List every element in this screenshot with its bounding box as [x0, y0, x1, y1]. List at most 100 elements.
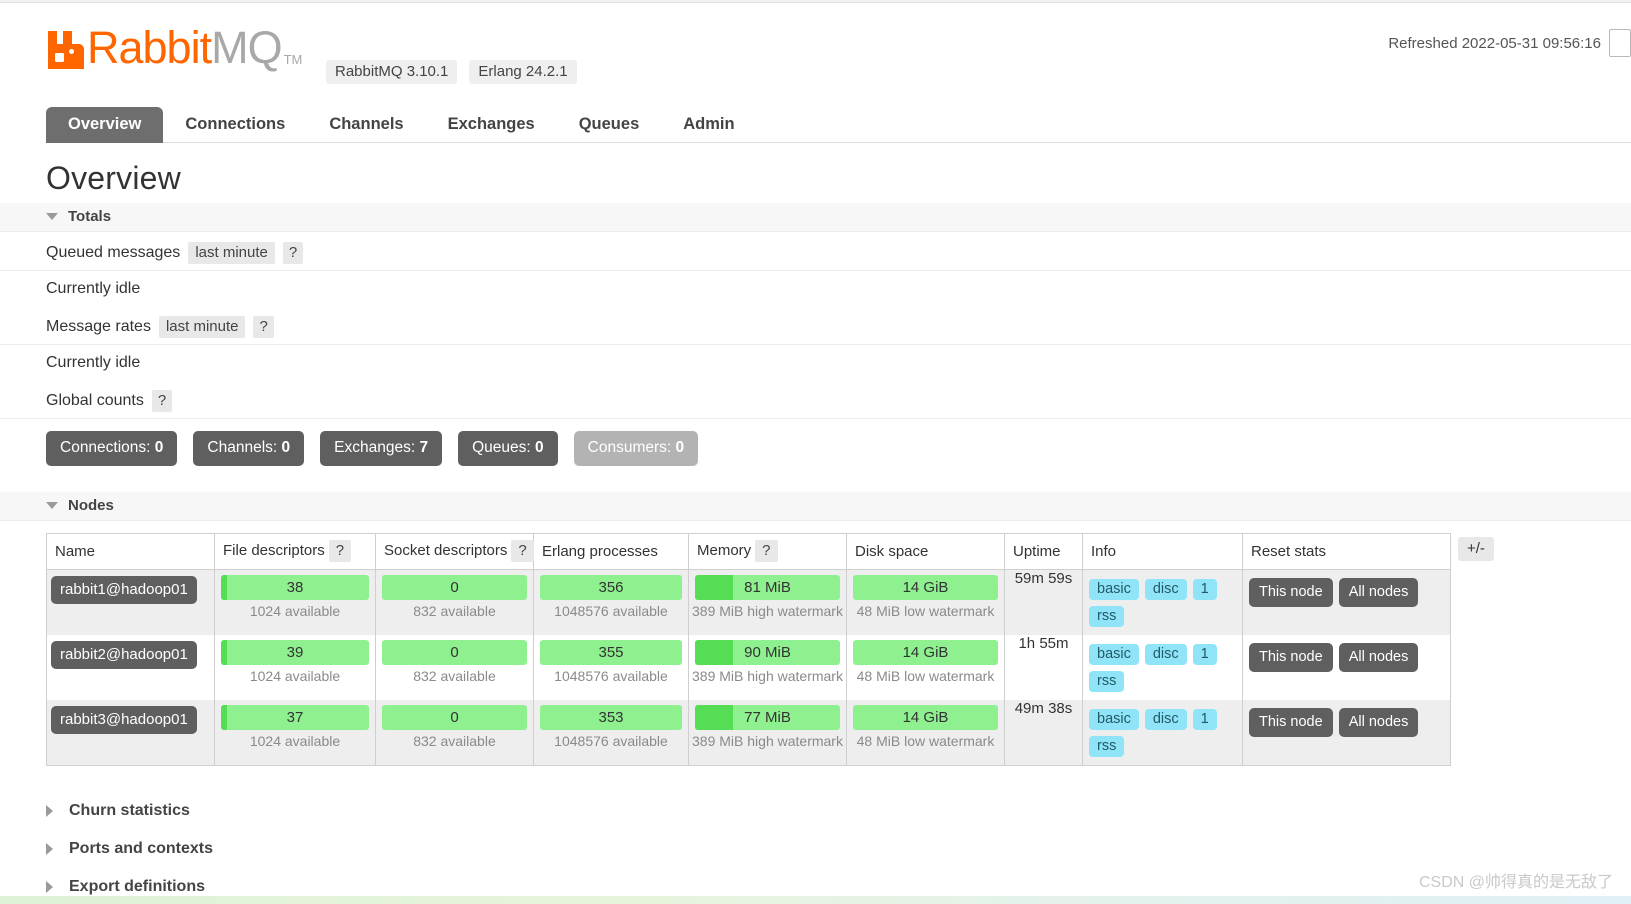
table-row: rabbit1@hadoop01 38 1024 available 0 832…	[46, 569, 1451, 635]
info-tag-disc[interactable]: disc	[1144, 579, 1187, 600]
col-erlang-processes[interactable]: Erlang processes	[533, 533, 689, 570]
reset-all-nodes-button[interactable]: All nodes	[1338, 643, 1419, 672]
cell-file-descriptors: 37 1024 available	[214, 700, 376, 766]
cell-memory: 90 MiB 389 MiB high watermark	[688, 635, 847, 700]
nodes-table: Name File descriptors? Socket descriptor…	[46, 533, 1451, 766]
reset-this-node-button[interactable]: This node	[1249, 578, 1333, 607]
reset-this-node-button[interactable]: This node	[1249, 643, 1333, 672]
socket-descriptors-value: 0	[450, 644, 459, 661]
section-ports-and-contexts[interactable]: Ports and contexts	[0, 830, 1631, 868]
message-rates-status: Currently idle	[46, 354, 141, 371]
info-tag-rss[interactable]: rss	[1089, 671, 1125, 692]
col-uptime[interactable]: Uptime	[1004, 533, 1083, 570]
count-consumers[interactable]: Consumers: 0	[573, 431, 699, 466]
section-churn-statistics[interactable]: Churn statistics	[0, 792, 1631, 830]
count-channels[interactable]: Channels: 0	[193, 431, 305, 466]
message-rates-period-chip[interactable]: last minute	[158, 316, 246, 338]
info-tag-disc[interactable]: disc	[1144, 709, 1187, 730]
info-tag-basic[interactable]: basic	[1089, 579, 1139, 600]
cell-file-descriptors: 38 1024 available	[214, 569, 376, 635]
col-file-descriptors-help-icon[interactable]: ?	[328, 540, 352, 562]
queued-messages-label: Queued messages	[46, 244, 181, 261]
socket-descriptors-sub: 832 available	[413, 733, 496, 749]
info-tag-list: basic disc 1 rss	[1083, 700, 1242, 765]
tab-admin[interactable]: Admin	[661, 107, 756, 143]
tab-queues[interactable]: Queues	[557, 107, 662, 143]
col-memory[interactable]: Memory?	[688, 533, 847, 570]
count-connections[interactable]: Connections: 0	[46, 431, 178, 466]
refreshed-timestamp: Refreshed 2022-05-31 09:56:16	[1388, 34, 1601, 52]
column-toggle-button[interactable]: +/-	[1458, 537, 1494, 561]
cell-erlang-processes: 353 1048576 available	[533, 700, 689, 766]
erlang-processes-sub: 1048576 available	[554, 733, 668, 749]
info-tag-rss[interactable]: rss	[1089, 736, 1125, 757]
reset-all-nodes-button[interactable]: All nodes	[1338, 708, 1419, 737]
memory-value: 77 MiB	[744, 709, 791, 726]
file-descriptors-value: 38	[286, 579, 304, 596]
memory-sub: 389 MiB high watermark	[692, 668, 843, 684]
col-memory-label: Memory	[697, 542, 752, 559]
node-name-link[interactable]: rabbit2@hadoop01	[51, 641, 197, 669]
refresh-status: Refreshed 2022-05-31 09:56:16	[1388, 29, 1631, 57]
socket-descriptors-sub: 832 available	[413, 603, 496, 619]
col-disk-space[interactable]: Disk space	[846, 533, 1005, 570]
info-tag-count[interactable]: 1	[1192, 644, 1217, 665]
col-name[interactable]: Name	[46, 533, 215, 570]
caret-down-icon	[46, 213, 58, 220]
section-label-churn-statistics: Churn statistics	[69, 802, 190, 819]
col-uptime-label: Uptime	[1013, 542, 1061, 560]
node-name-link[interactable]: rabbit3@hadoop01	[51, 706, 197, 734]
section-header-nodes[interactable]: Nodes	[0, 492, 1631, 521]
info-tag-basic[interactable]: basic	[1089, 709, 1139, 730]
global-counts-label: Global counts	[46, 392, 144, 409]
disk-space-sub: 48 MiB low watermark	[856, 733, 995, 749]
col-file-descriptors[interactable]: File descriptors?	[214, 533, 376, 570]
info-tag-list: basic disc 1 rss	[1083, 635, 1242, 700]
queued-messages-period-chip[interactable]: last minute	[188, 242, 275, 264]
count-queues[interactable]: Queues: 0	[458, 431, 558, 466]
info-tag-count[interactable]: 1	[1192, 579, 1217, 600]
cell-reset-stats: This node All nodes	[1242, 700, 1451, 766]
file-descriptors-sub: 1024 available	[249, 733, 341, 749]
tab-overview[interactable]: Overview	[46, 107, 164, 143]
col-reset-stats[interactable]: Reset stats	[1242, 533, 1451, 570]
node-name-link[interactable]: rabbit1@hadoop01	[51, 576, 197, 604]
tab-connections[interactable]: Connections	[163, 107, 307, 143]
reset-all-nodes-button[interactable]: All nodes	[1338, 578, 1419, 607]
reset-this-node-button[interactable]: This node	[1249, 708, 1333, 737]
global-counts-row: Global counts ?	[0, 380, 1631, 419]
info-tag-basic[interactable]: basic	[1089, 644, 1139, 665]
erlang-processes-bar: 355	[540, 640, 682, 665]
refresh-interval-select[interactable]	[1609, 29, 1631, 57]
section-header-totals[interactable]: Totals	[0, 203, 1631, 232]
table-row: rabbit3@hadoop01 37 1024 available 0 832…	[46, 700, 1451, 766]
col-info[interactable]: Info	[1082, 533, 1243, 570]
cell-memory: 81 MiB 389 MiB high watermark	[688, 569, 847, 635]
message-rates-row: Message rates last minute ?	[0, 306, 1631, 345]
cell-uptime: 1h 55m	[1004, 635, 1083, 700]
info-tag-list: basic disc 1 rss	[1083, 570, 1242, 635]
message-rates-help-icon[interactable]: ?	[253, 316, 274, 338]
cell-socket-descriptors: 0 832 available	[375, 700, 534, 766]
info-tag-disc[interactable]: disc	[1144, 644, 1187, 665]
queued-messages-help-icon[interactable]: ?	[282, 242, 304, 264]
collapsed-sections: Churn statistics Ports and contexts Expo…	[0, 792, 1631, 904]
count-exchanges[interactable]: Exchanges: 7	[320, 431, 443, 466]
page-title: Overview	[46, 160, 181, 196]
file-descriptors-value: 39	[286, 644, 304, 661]
tab-channels[interactable]: Channels	[307, 107, 425, 143]
cell-info: basic disc 1 rss	[1082, 700, 1243, 766]
disk-space-bar: 14 GiB	[853, 705, 998, 730]
info-tag-count[interactable]: 1	[1192, 709, 1217, 730]
col-socket-descriptors-help-icon[interactable]: ?	[511, 540, 534, 562]
count-connections-value: 0	[154, 439, 164, 456]
file-descriptors-bar-fill	[221, 575, 227, 600]
col-socket-descriptors[interactable]: Socket descriptors?	[375, 533, 534, 570]
info-tag-rss[interactable]: rss	[1089, 606, 1125, 627]
cell-disk-space: 14 GiB 48 MiB low watermark	[846, 635, 1005, 700]
rabbitmq-logo[interactable]: Rabbit MQ TM	[46, 25, 302, 71]
global-counts-help-icon[interactable]: ?	[151, 390, 173, 412]
col-file-descriptors-label: File descriptors	[223, 542, 325, 559]
col-memory-help-icon[interactable]: ?	[755, 540, 778, 562]
tab-exchanges[interactable]: Exchanges	[426, 107, 557, 143]
